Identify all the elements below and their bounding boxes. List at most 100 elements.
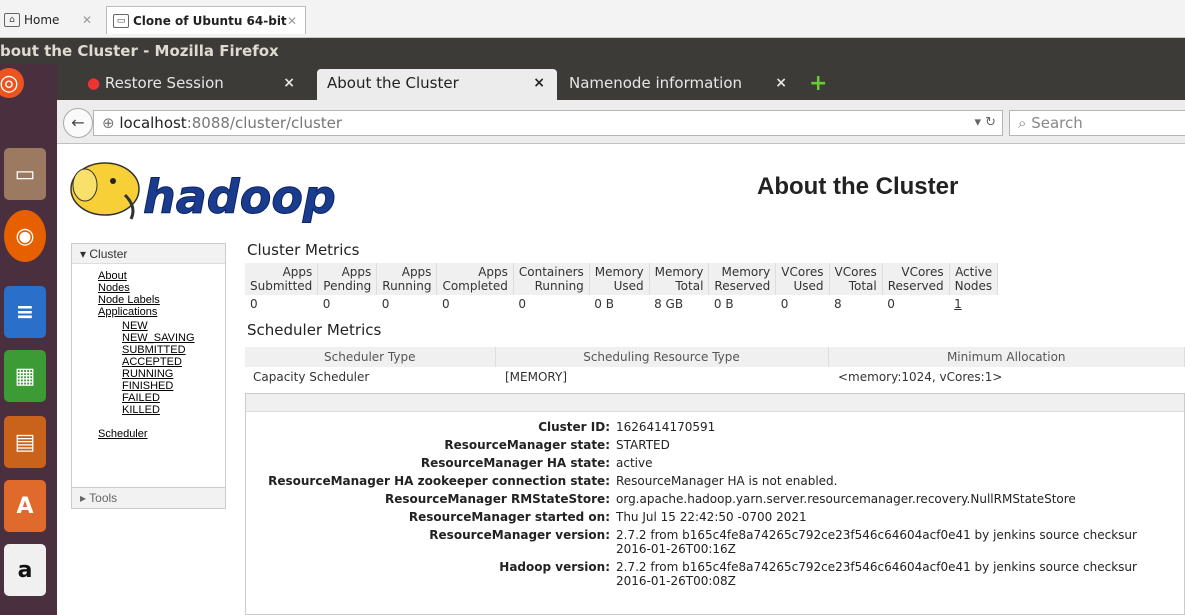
ubuntu-dash-icon[interactable]: ◎ xyxy=(0,68,24,98)
close-icon[interactable]: × xyxy=(775,69,787,98)
metric-value: 0 B xyxy=(594,297,614,311)
firefox-icon[interactable]: ◉ xyxy=(4,210,46,262)
sidebar-item-submitted[interactable]: SUBMITTED xyxy=(72,344,225,356)
sidebar-item-about[interactable]: About xyxy=(72,270,225,282)
hadoop-logo: hadoop xyxy=(70,162,336,225)
tab-label: About the Cluster xyxy=(327,74,459,92)
writer-icon[interactable]: ≡ xyxy=(4,286,46,338)
metric-header: VCores Total xyxy=(829,263,883,295)
info-value: Thu Jul 15 22:42:50 -0700 2021 xyxy=(616,510,807,524)
metric-header: Apps Completed xyxy=(436,263,514,295)
info-value: 2.7.2 from b165c4fe8a74265c792ce23f546c6… xyxy=(616,528,1137,542)
metric-header: Apps Running xyxy=(376,263,438,295)
metric-value: 0 xyxy=(518,297,527,311)
metric-value: 0 B xyxy=(713,297,734,311)
new-tab-icon[interactable]: + xyxy=(809,73,827,95)
info-header-bar xyxy=(246,394,1184,412)
metric-value: 0 xyxy=(322,297,331,311)
sidebar-tools-header[interactable]: ▸ Tools xyxy=(71,487,226,509)
home-icon: ⌂ xyxy=(4,13,20,27)
amazon-icon[interactable]: a xyxy=(4,544,46,596)
info-value: 1626414170591 xyxy=(616,420,716,434)
scheduler-value: Capacity Scheduler xyxy=(253,370,370,384)
metric-value: 8 GB xyxy=(654,297,684,311)
metric-value: 0 xyxy=(780,297,789,311)
vm-tab-home[interactable]: ⌂ Home ✕ xyxy=(0,6,100,34)
sidebar-item-new-saving[interactable]: NEW_SAVING xyxy=(72,332,225,344)
cluster-metrics-table: Apps Submitted Apps Pending Apps Running… xyxy=(245,263,999,313)
url-bar[interactable]: ⊕ localhost:8088/cluster/cluster ▾ ↻ xyxy=(93,110,1003,136)
calc-icon[interactable]: ▦ xyxy=(4,350,46,402)
tab-label: Namenode information xyxy=(569,74,743,92)
info-value: ResourceManager HA is not enabled. xyxy=(616,474,838,488)
info-value: 2.7.2 from b165c4fe8a74265c792ce23f546c6… xyxy=(616,560,1137,574)
sidebar-item-node-labels[interactable]: Node Labels xyxy=(72,294,225,306)
cluster-info-panel: Cluster ID: 1626414170591 ResourceManage… xyxy=(245,393,1185,615)
info-label: ResourceManager version: xyxy=(429,528,610,542)
globe-icon: ⊕ xyxy=(102,114,115,132)
scheduler-value: [MEMORY] xyxy=(505,370,567,384)
active-nodes-link[interactable]: 1 xyxy=(949,295,998,313)
sidebar-item-nodes[interactable]: Nodes xyxy=(72,282,225,294)
tab-restore-session[interactable]: ● Restore Session × xyxy=(77,69,307,100)
url-host: localhost xyxy=(119,114,187,132)
scheduler-value: <memory:1024, vCores:1> xyxy=(838,370,1003,384)
close-icon[interactable]: × xyxy=(283,69,295,98)
scheduler-header: Scheduling Resource Type xyxy=(495,347,829,367)
metric-header: Active Nodes xyxy=(949,263,999,295)
sidebar-item-accepted[interactable]: ACCEPTED xyxy=(72,356,225,368)
sidebar-item-applications[interactable]: Applications xyxy=(72,306,225,318)
info-label: Hadoop version: xyxy=(499,560,610,574)
info-label: Cluster ID: xyxy=(538,420,610,434)
metric-value: 8 xyxy=(834,297,842,311)
scheduler-header: Minimum Allocation xyxy=(828,347,1185,367)
info-label: ResourceManager started on: xyxy=(408,510,610,524)
url-path: :8088/cluster/cluster xyxy=(186,114,343,132)
cluster-metrics-title: Cluster Metrics xyxy=(247,241,360,259)
close-icon[interactable]: ✕ xyxy=(287,14,297,28)
logo-wordmark: hadoop xyxy=(143,170,336,224)
sidebar-tools-label: Tools xyxy=(89,491,118,505)
page-content: hadoop About the Cluster ▾ Cluster About… xyxy=(57,145,1185,615)
info-label: ResourceManager HA state: xyxy=(420,456,610,470)
metric-header: Apps Pending xyxy=(317,263,378,295)
sidebar-item-running[interactable]: RUNNING xyxy=(72,368,225,380)
search-input[interactable]: ⌕ Search xyxy=(1009,110,1185,136)
vm-tab-home-label: Home xyxy=(24,13,60,27)
metric-header: Memory Reserved xyxy=(708,263,777,295)
sidebar-cluster-header[interactable]: ▾ Cluster xyxy=(72,244,225,264)
scheduler-header: Scheduler Type xyxy=(245,347,496,367)
scheduler-metrics-title: Scheduler Metrics xyxy=(247,321,382,339)
vm-icon: ▭ xyxy=(113,13,129,28)
metric-value: 0 xyxy=(381,297,390,311)
impress-icon[interactable]: ▤ xyxy=(4,416,46,468)
navigation-bar: ← ⊕ localhost:8088/cluster/cluster ▾ ↻ ⌕… xyxy=(57,100,1185,144)
sidebar-item-killed[interactable]: KILLED xyxy=(72,404,225,416)
info-value-date: 2016-01-26T00:08Z xyxy=(616,574,736,588)
info-value: org.apache.hadoop.yarn.server.resourcema… xyxy=(616,492,1076,506)
window-title: bout the Cluster - Mozilla Firefox xyxy=(0,38,1185,64)
unity-launcher: ◎ ▭ ◉ ≡ ▦ ▤ A a xyxy=(0,64,57,615)
vm-tab-ubuntu[interactable]: ▭ Clone of Ubuntu 64-bit ✕ xyxy=(106,6,306,34)
info-label: ResourceManager HA zookeeper connection … xyxy=(268,474,610,488)
page-title: About the Cluster xyxy=(757,173,959,200)
back-button[interactable]: ← xyxy=(63,108,93,138)
metric-header: Containers Running xyxy=(513,263,590,295)
sidebar-item-new[interactable]: NEW xyxy=(72,320,225,332)
tab-namenode-info[interactable]: Namenode information × xyxy=(559,69,799,100)
files-icon[interactable]: ▭ xyxy=(4,148,46,200)
close-icon[interactable]: ✕ xyxy=(82,13,92,27)
metric-header: Memory Total xyxy=(649,263,710,295)
warning-icon: ● xyxy=(87,74,101,92)
close-icon[interactable]: × xyxy=(533,69,545,98)
sidebar-item-finished[interactable]: FINISHED xyxy=(72,380,225,392)
metric-header: VCores Used xyxy=(775,263,830,295)
info-value: active xyxy=(616,456,653,470)
metric-value: 0 xyxy=(887,297,895,311)
tab-about-cluster[interactable]: About the Cluster × xyxy=(317,69,557,100)
reload-icon[interactable]: ▾ ↻ xyxy=(974,111,996,135)
software-center-icon[interactable]: A xyxy=(4,480,46,532)
tab-label: Restore Session xyxy=(104,74,224,92)
sidebar-item-failed[interactable]: FAILED xyxy=(72,392,225,404)
sidebar-item-scheduler[interactable]: Scheduler xyxy=(72,428,225,440)
